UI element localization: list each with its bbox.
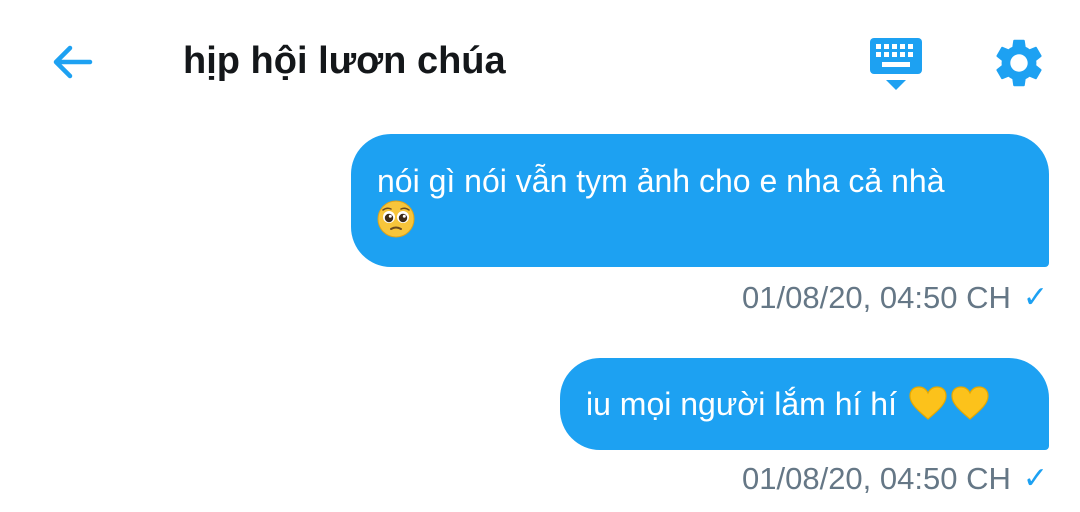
message-timestamp-1: 01/08/20, 04:50 CH <box>742 280 1011 315</box>
pleading-face-icon <box>377 200 415 238</box>
message-bubble-1[interactable]: nói gì nói vẫn tym ảnh cho e nha cả nhà <box>351 134 1049 267</box>
message-meta-2: 01/08/20, 04:50 CH ✓ <box>742 461 1048 497</box>
conversation-header: hịp hội lươn chúa <box>0 0 1080 120</box>
checkmark-icon: ✓ <box>1022 462 1048 495</box>
message-text-2: iu mọi người lắm hí hí <box>586 386 897 422</box>
message-text-1: nói gì nói vẫn tym ảnh cho e nha cả nhà <box>377 163 945 199</box>
yellow-heart-icon <box>908 385 948 421</box>
arrow-left-icon <box>53 45 93 79</box>
keyboard-icon <box>870 38 922 90</box>
message-timestamp-2: 01/08/20, 04:50 CH <box>742 461 1011 496</box>
conversation-title: hịp hội lươn chúa <box>183 40 506 82</box>
yellow-heart-icon <box>950 385 990 421</box>
message-meta-1: 01/08/20, 04:50 CH ✓ <box>742 280 1048 316</box>
back-button[interactable] <box>44 34 100 90</box>
settings-button[interactable] <box>990 34 1048 92</box>
keyboard-toggle-button[interactable] <box>864 36 928 92</box>
gear-icon <box>996 39 1042 87</box>
message-bubble-2[interactable]: iu mọi người lắm hí hí <box>560 358 1049 450</box>
checkmark-icon: ✓ <box>1022 281 1048 314</box>
